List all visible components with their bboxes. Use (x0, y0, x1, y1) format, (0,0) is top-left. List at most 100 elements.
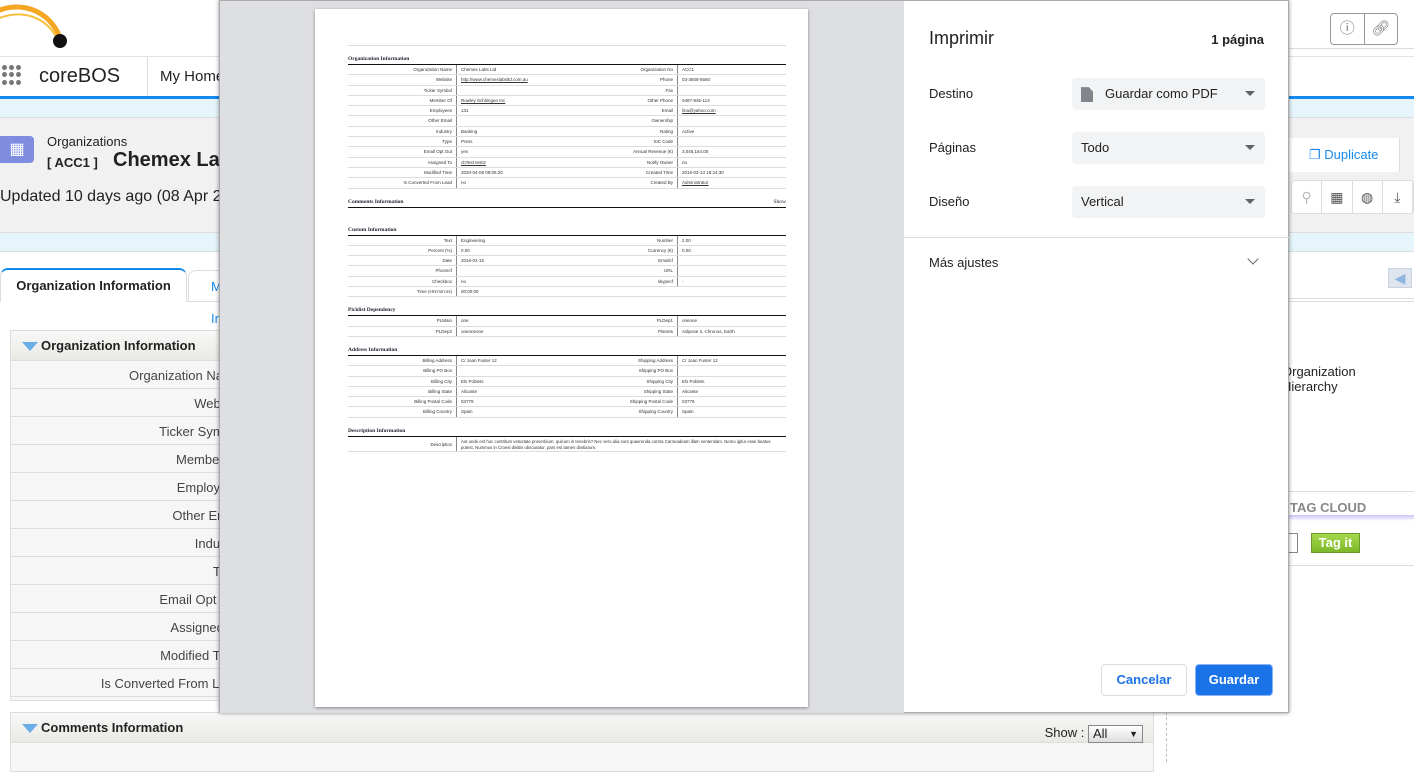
preview-row: Checkbox no skypecf - (348, 276, 786, 288)
globe-icon[interactable]: ◍ (1353, 181, 1383, 213)
destination-select[interactable]: Guardar como PDF (1072, 78, 1265, 110)
block-header[interactable]: Comments Information Show : All ▼ (11, 713, 1153, 743)
duplicate-button[interactable]: ❐ Duplicate (1288, 138, 1400, 172)
preview-label: Emailcf (575, 256, 678, 266)
preview-row: Other Email Ownership (348, 116, 786, 127)
nav-my-home[interactable]: My Home (160, 68, 224, 85)
preview-table: Organization Name Chemex Labs Ltd Organiza… (348, 64, 786, 189)
preview-value (457, 266, 575, 275)
section-title: Custom Information (348, 226, 397, 233)
preview-row: PLMain one PLDep1 oneone (348, 316, 786, 327)
toolbar: ⚲ ▦ ◍ ⤓ (1291, 180, 1414, 214)
divider (1288, 48, 1414, 49)
preview-table: PLMain one PLDep1 oneone PLDep2 oneoneone Plan… (348, 315, 786, 337)
preview-value (678, 266, 786, 275)
preview-value: yes (461, 149, 469, 155)
divider (1288, 491, 1414, 492)
dropdown-arrow-icon: ▼ (1129, 728, 1138, 739)
show-select[interactable]: All ▼ (1088, 724, 1143, 743)
preview-row: Organization Name Chemex Labs Ltd Organiza… (348, 65, 786, 76)
calendar-icon[interactable]: ▦ (1322, 181, 1353, 213)
dropdown-arrow-icon (1245, 91, 1255, 96)
preview-label: Phonecf (348, 266, 457, 276)
preview-row: Website http://www.chemexlabsltd.com.au Ph… (348, 75, 786, 86)
preview-label: Percent (%) (348, 245, 457, 256)
cancel-button[interactable]: Cancelar (1101, 664, 1187, 696)
preview-label: Type (348, 137, 457, 147)
app-launcher-icon[interactable] (2, 65, 22, 85)
preview-label: URL (575, 266, 678, 276)
preview-label: Shipping State (575, 386, 678, 397)
preview-value: lina@yahoo.com (682, 108, 716, 114)
preview-label: Annual Revenue (€) (575, 147, 678, 157)
preview-value: 2020-04-08 09:05:20 (461, 169, 503, 175)
preview-label: PLDep2 (348, 326, 457, 336)
tab-organization-information[interactable]: Organization Information (0, 268, 187, 302)
pages-label: Páginas (929, 140, 976, 155)
preview-label: Shipping PO Box (575, 366, 678, 376)
updated-text: Updated 10 days ago (08 Apr 2020) (0, 188, 254, 205)
preview-value: no (461, 278, 467, 284)
divider (1288, 515, 1414, 521)
duplicate-label: Duplicate (1324, 147, 1379, 162)
preview-label: Checkbox (348, 276, 457, 287)
section-title: Picklist Dependency (348, 307, 396, 314)
save-button[interactable]: Guardar (1195, 664, 1273, 696)
preview-value: 0487-835-113 (682, 97, 710, 103)
preview-value (678, 256, 786, 265)
block-title: Organization Information (41, 338, 196, 353)
preview-value: Aut unde est hoc contritum vetustate pro… (461, 438, 771, 450)
preview-row: Member Of Rowley Schlimgen Inc Other Phone… (348, 95, 786, 107)
preview-label: Created Time (575, 167, 678, 178)
organization-hierarchy-link[interactable]: Organization Hierarchy (1282, 364, 1414, 394)
preview-section-title: Comments Information Show (348, 199, 786, 207)
preview-value (678, 86, 786, 95)
chevron-down-icon[interactable] (1247, 253, 1259, 265)
preview-value: 131 (461, 108, 469, 114)
preview-label: Text (348, 235, 457, 245)
show-value: All (1093, 725, 1108, 741)
corebos-logo (0, 4, 67, 48)
preview-value: cbTest testtz (461, 159, 487, 165)
download-icon[interactable]: ⤓ (1383, 181, 1413, 213)
preview-label: Shipping Country (575, 407, 678, 417)
preview-value: 2015-03-13 18:24:30 (682, 169, 724, 175)
preview-label: Currency (€) (575, 245, 678, 256)
preview-value: oneoneone (461, 328, 484, 334)
preview-value: Chemex Labs Ltd (461, 67, 497, 72)
preview-label: Phone (575, 75, 678, 85)
more-settings[interactable]: Más ajustes (929, 255, 998, 270)
layout-select[interactable]: Vertical (1072, 186, 1265, 218)
preview-value: Banking (461, 128, 478, 134)
preview-label: Organization Name (348, 65, 457, 75)
tag-it-button[interactable]: Tag it (1311, 533, 1360, 553)
preview-value: no (461, 180, 467, 186)
module-name: Organizations (47, 134, 128, 149)
preview-label: Shipping Address (575, 355, 678, 366)
layout-value: Vertical (1081, 194, 1124, 209)
preview-label: Ownership (575, 116, 678, 126)
preview-value: 2.00 (682, 237, 691, 243)
preview-row: Assigned To cbTest testtz Notify Owner no (348, 157, 786, 168)
search-icon[interactable]: ⚲ (1292, 181, 1323, 213)
record-number: [ ACC1 ] (47, 155, 98, 170)
pages-select[interactable]: Todo (1072, 132, 1265, 164)
preview-value (678, 116, 786, 125)
preview-label: Number (575, 235, 678, 245)
layout-label: Diseño (929, 194, 970, 209)
preview-row: Billing PO Box Shipping PO Box (348, 366, 786, 377)
preview-table: Billing Address C/ Joan Fuster 12 Shipping… (348, 354, 786, 418)
preview-value (678, 137, 786, 146)
preview-row: Modified Time 2020-04-08 09:05:20 Created … (348, 167, 786, 179)
comments-block: Comments Information Show : All ▼ (10, 712, 1154, 772)
divider (1166, 712, 1167, 762)
preview-value: Adipose 3, Chronos, Earth (682, 328, 735, 334)
collapse-panel-button[interactable]: ◀ (1388, 268, 1412, 288)
preview-value: Alicante (682, 388, 699, 394)
print-title: Imprimir (929, 28, 994, 48)
attachment-icon[interactable]: 🔗︎ (1363, 14, 1398, 44)
section-title: Address Information (348, 346, 398, 353)
info-icon[interactable]: ⓘ (1331, 14, 1364, 44)
preview-row: Billing City Els Poblets Shipping City Els … (348, 376, 786, 387)
preview-value: Press (461, 139, 473, 145)
